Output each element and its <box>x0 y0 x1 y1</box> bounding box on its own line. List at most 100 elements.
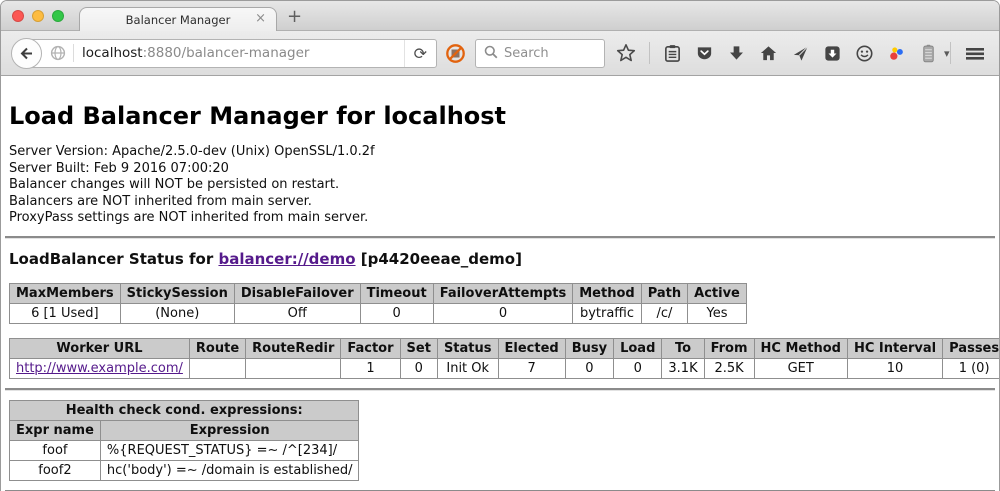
paper-plane-icon <box>791 44 810 63</box>
table-row: foof %{REQUEST_STATUS} =~ /^[234]/ <box>10 440 359 460</box>
back-button[interactable] <box>11 38 42 69</box>
column-header: Expr name <box>10 420 101 440</box>
clipboard-extension-button[interactable] <box>919 44 938 63</box>
close-window-button[interactable] <box>12 10 24 22</box>
cell: bytraffic <box>573 303 641 323</box>
cell: 0 <box>565 358 613 378</box>
minimize-window-button[interactable] <box>32 10 44 22</box>
column-header: Status <box>437 338 498 358</box>
column-header: MaxMembers <box>10 283 121 303</box>
cell: 7 <box>498 358 565 378</box>
window-controls <box>12 10 64 22</box>
column-header: Factor <box>341 338 400 358</box>
download-manager-button[interactable] <box>823 44 842 63</box>
balancer-settings-table: MaxMembers StickySession DisableFailover… <box>9 283 747 324</box>
cell: hc('body') =~ /domain is established/ <box>100 460 359 480</box>
status-prefix: LoadBalancer Status for <box>9 250 218 268</box>
send-button[interactable] <box>791 44 810 63</box>
worker-url-link[interactable]: http://www.example.com/ <box>16 361 183 376</box>
clipboard-icon <box>663 44 682 63</box>
table-row: 6 [1 Used] (None) Off 0 0 bytraffic /c/ … <box>10 303 747 323</box>
table-header-row: Worker URL Route RouteRedir Factor Set S… <box>10 338 1000 358</box>
reading-list-button[interactable] <box>663 44 682 63</box>
cell <box>189 358 245 378</box>
globe-icon <box>50 45 66 61</box>
feedback-smiley-button[interactable] <box>855 44 874 63</box>
search-input[interactable] <box>504 46 594 61</box>
column-header: RouteRedir <box>246 338 341 358</box>
tab-close-icon[interactable]: × <box>255 12 266 26</box>
url-divider <box>73 44 74 62</box>
cell: /c/ <box>641 303 687 323</box>
column-header: FailoverAttempts <box>433 283 573 303</box>
cell: 0 <box>614 358 662 378</box>
toolbar-separator <box>649 42 650 64</box>
table-header-row: Expr name Expression <box>10 420 359 440</box>
box-download-icon <box>823 44 842 63</box>
column-header: Busy <box>565 338 613 358</box>
notice-line: ProxyPass settings are NOT inherited fro… <box>9 210 991 227</box>
cell: 1 <box>341 358 400 378</box>
zoom-window-button[interactable] <box>52 10 64 22</box>
column-header: DisableFailover <box>234 283 360 303</box>
browser-tab[interactable]: Balancer Manager × <box>79 7 277 31</box>
column-header: HC Interval <box>847 338 942 358</box>
blocked-content-button[interactable] <box>445 43 466 64</box>
table-row: foof2 hc('body') =~ /domain is establish… <box>10 460 359 480</box>
balancer-link[interactable]: balancer://demo <box>218 250 355 268</box>
table-row: http://www.example.com/ 1 0 Init Ok 7 0 … <box>10 358 1000 378</box>
url-text: localhost:8880/balancer-manager <box>82 45 309 61</box>
back-arrow-icon <box>18 45 35 62</box>
column-header: Set <box>400 338 437 358</box>
column-header: StickySession <box>120 283 234 303</box>
table-header-row: Health check cond. expressions: <box>10 400 359 420</box>
reload-button[interactable]: ⟳ <box>404 40 436 67</box>
page-title: Load Balancer Manager for localhost <box>9 102 991 130</box>
table-title: Health check cond. expressions: <box>10 400 359 420</box>
menu-button[interactable] <box>964 44 986 63</box>
download-arrow-icon <box>727 44 746 63</box>
cell: 0 <box>400 358 437 378</box>
cell: 2.5K <box>704 358 754 378</box>
home-button[interactable] <box>759 44 778 63</box>
column-header: Timeout <box>360 283 433 303</box>
colored-dots-icon <box>887 44 906 63</box>
cell: 6 [1 Used] <box>10 303 121 323</box>
column-header: From <box>704 338 754 358</box>
extension-dots-button[interactable] <box>887 44 906 63</box>
page-content: Load Balancer Manager for localhost Serv… <box>1 76 999 491</box>
column-header: Method <box>573 283 641 303</box>
tab-title: Balancer Manager <box>126 13 231 27</box>
downloads-button[interactable] <box>727 44 746 63</box>
cell: 3.1K <box>662 358 704 378</box>
url-bar[interactable]: localhost:8880/balancer-manager ⟳ <box>25 39 437 68</box>
cell <box>246 358 341 378</box>
search-icon <box>484 44 498 63</box>
navigation-toolbar: localhost:8880/balancer-manager ⟳ <box>1 31 999 76</box>
cell: GET <box>754 358 847 378</box>
home-icon <box>759 44 778 63</box>
cell: Init Ok <box>437 358 498 378</box>
battery-clipboard-icon <box>919 44 938 63</box>
smiley-icon <box>855 44 874 63</box>
cell: 10 <box>847 358 942 378</box>
search-bar[interactable] <box>475 39 605 68</box>
server-built-line: Server Built: Feb 9 2016 07:00:20 <box>9 161 991 178</box>
table-header-row: MaxMembers StickySession DisableFailover… <box>10 283 747 303</box>
new-tab-button[interactable]: + <box>287 6 302 27</box>
column-header: Route <box>189 338 245 358</box>
column-header: Expression <box>100 420 359 440</box>
toolbar-separator <box>950 42 951 64</box>
worker-table: Worker URL Route RouteRedir Factor Set S… <box>9 338 999 379</box>
cell: Off <box>234 303 360 323</box>
column-header: Elected <box>498 338 565 358</box>
cell: 1 (0) <box>943 358 999 378</box>
cell: foof <box>10 440 101 460</box>
pocket-button[interactable] <box>695 44 714 63</box>
hamburger-icon <box>964 44 986 63</box>
bookmark-star-button[interactable] <box>616 43 636 63</box>
notice-line: Balancers are NOT inherited from main se… <box>9 194 991 211</box>
column-header: Passes <box>943 338 999 358</box>
browser-window: Balancer Manager × + localhost:8880/bala… <box>0 0 1000 491</box>
column-header: Path <box>641 283 687 303</box>
